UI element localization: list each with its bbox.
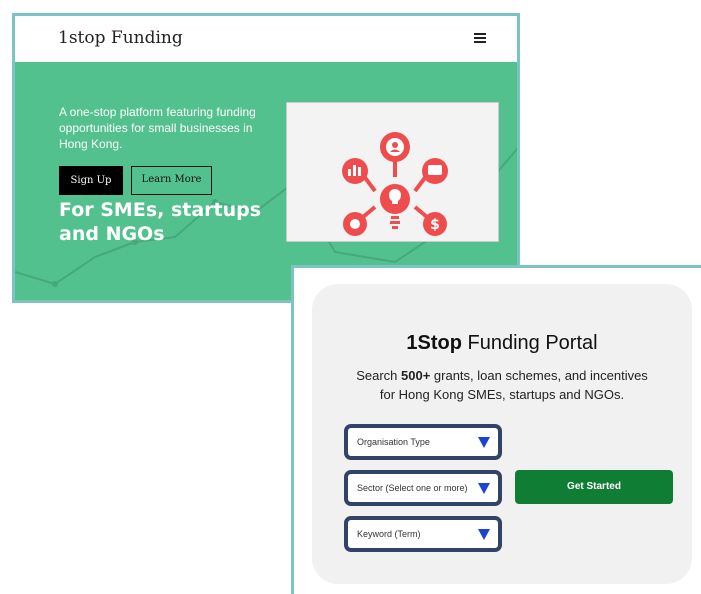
chat-bubble-icon (422, 158, 448, 184)
portal-window: 1Stop Funding Portal Search 500+ grants,… (291, 265, 701, 594)
select-label: Keyword (Term) (357, 529, 421, 539)
portal-subtitle: Search 500+ grants, loan schemes, and in… (312, 366, 692, 404)
subtitle-line2: for Hong Kong SMEs, startups and NGOs. (379, 387, 625, 402)
sign-up-button[interactable]: Sign Up (59, 166, 123, 195)
intro-text: A one-stop platform featuring funding op… (59, 105, 256, 151)
select-label: Organisation Type (357, 437, 430, 447)
search-card: 1Stop Funding Portal Search 500+ grants,… (312, 284, 692, 584)
subtitle-count: 500+ (401, 368, 431, 383)
person-icon (380, 132, 410, 162)
get-started-button[interactable]: Get Started (515, 470, 673, 504)
organisation-type-select[interactable]: Organisation Type (344, 424, 502, 460)
portal-title: 1Stop Funding Portal (312, 332, 692, 355)
bar-chart-icon (342, 158, 368, 184)
lightbulb-icon (380, 184, 410, 229)
svg-text:$: $ (430, 217, 440, 233)
dollar-icon: $ (423, 212, 447, 236)
hamburger-menu-icon[interactable] (474, 33, 486, 44)
dropdown-arrow-icon (478, 483, 490, 494)
dropdown-arrow-icon (478, 529, 490, 540)
learn-more-button[interactable]: Learn More (131, 166, 212, 195)
magnifier-icon (343, 212, 367, 236)
funding-ideas-illustration: $ (286, 102, 499, 242)
portal-title-bold: 1Stop (406, 332, 462, 354)
subtitle-part: Search (356, 368, 401, 383)
landing-window: 1stop Funding A one-stop platform featur… (12, 13, 520, 303)
hero-headline: For SMEs, startups and NGOs (59, 199, 262, 245)
select-label: Sector (Select one or more) (357, 483, 468, 493)
brand-logo-text[interactable]: 1stop Funding (58, 28, 183, 48)
subtitle-part: grants, loan schemes, and incentives (430, 368, 648, 383)
top-navbar: 1stop Funding (15, 16, 517, 62)
sector-select[interactable]: Sector (Select one or more) (344, 470, 502, 506)
dropdown-arrow-icon (478, 437, 490, 448)
portal-title-rest: Funding Portal (461, 332, 598, 354)
keyword-select[interactable]: Keyword (Term) (344, 516, 502, 552)
